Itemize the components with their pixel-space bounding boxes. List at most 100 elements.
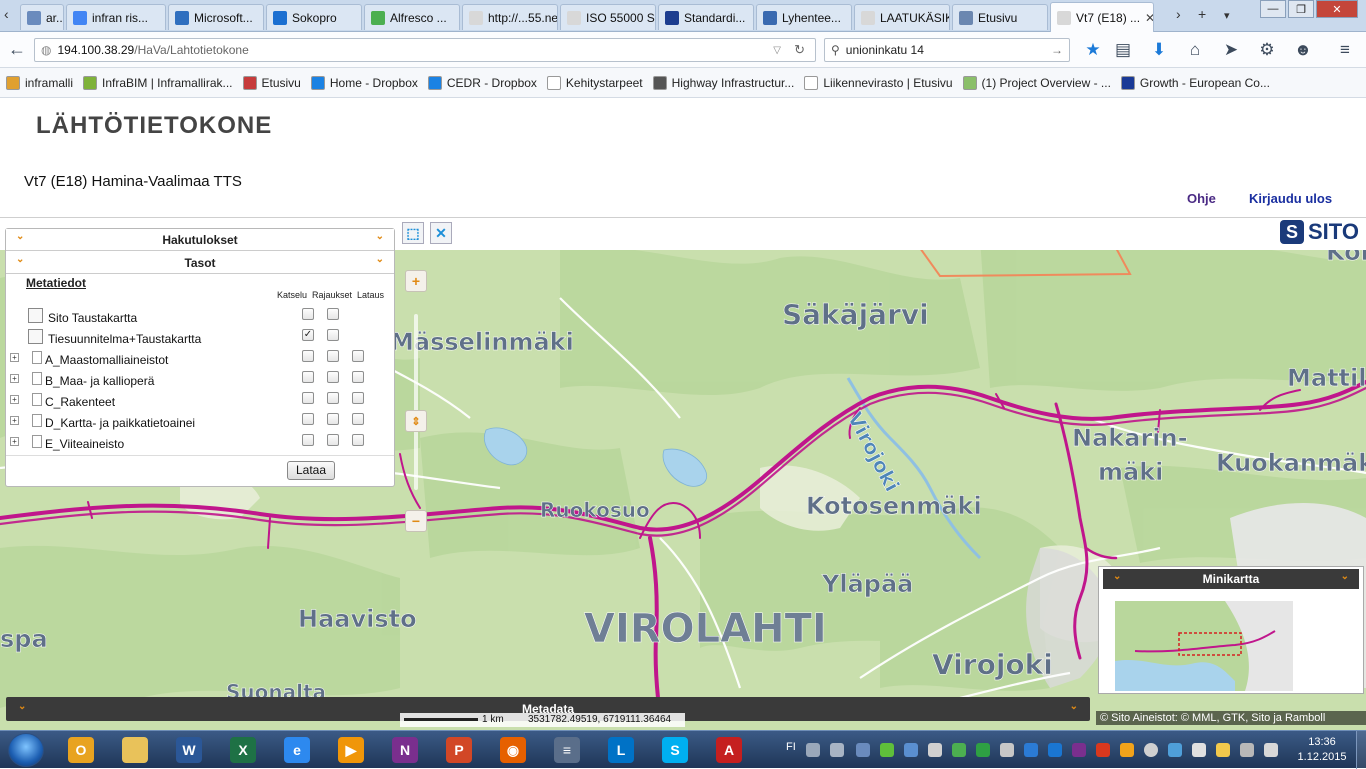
help-link[interactable]: Ohje [1187, 191, 1216, 206]
dropbox-icon[interactable] [1024, 743, 1038, 757]
logout-link[interactable]: Kirjaudu ulos [1249, 191, 1332, 206]
expand-icon[interactable]: + [10, 416, 19, 425]
tools-icon[interactable] [928, 743, 942, 757]
send-icon[interactable]: ➤ [1220, 40, 1242, 60]
system-clock[interactable]: 13:36 1.12.2015 [1294, 735, 1350, 765]
zoom-slider-handle[interactable]: ⇕ [405, 410, 427, 432]
browser-tab[interactable]: Lyhentee... [756, 4, 852, 30]
search-results-header[interactable]: ⌄ Hakutulokset ⌄ [6, 229, 394, 251]
settings-gear-icon[interactable]: ⚙ [1256, 40, 1278, 60]
browser-tab[interactable]: Etusivu [952, 4, 1048, 30]
browser-tab[interactable]: Alfresco ... [364, 4, 460, 30]
reload-icon[interactable]: ↻ [794, 42, 805, 58]
minimap-header[interactable]: ⌄ Minikartta ⌄ [1103, 569, 1359, 589]
bookmark-item[interactable]: Kehitystarpeet [546, 75, 643, 90]
search-input[interactable]: unioninkatu 14 [846, 43, 924, 57]
start-button[interactable] [8, 733, 44, 767]
bookmark-item[interactable]: CEDR - Dropbox [427, 75, 537, 90]
layers-header[interactable]: ⌄ Tasot ⌄ [6, 252, 394, 274]
menu-hamburger-icon[interactable]: ≡ [1334, 40, 1356, 60]
signal-icon[interactable] [1240, 743, 1254, 757]
taskbar-app-acrobat[interactable]: A [704, 733, 754, 767]
view-checkbox[interactable] [302, 392, 314, 404]
url-dropdown-icon[interactable]: ▽ [773, 45, 781, 56]
network-icon[interactable] [904, 743, 918, 757]
show-desktop-button[interactable] [1356, 731, 1366, 769]
sync-icon[interactable] [976, 743, 990, 757]
tab-scroll-left-icon[interactable]: ‹ [4, 6, 9, 22]
close-window-icon[interactable]: ✕ [1316, 0, 1358, 18]
limits-checkbox[interactable] [327, 329, 339, 341]
expand-icon[interactable]: + [10, 395, 19, 404]
language-indicator[interactable]: FI [786, 741, 796, 753]
search-box[interactable]: ⚲ unioninkatu 14 → [824, 38, 1070, 62]
expand-icon[interactable]: + [10, 353, 19, 362]
security-icon[interactable] [952, 743, 966, 757]
restore-window-icon[interactable]: ❐ [1288, 0, 1314, 18]
draw-area-icon[interactable]: ⬚ [402, 222, 424, 244]
limits-checkbox[interactable] [327, 434, 339, 446]
download-checkbox[interactable] [352, 434, 364, 446]
bookmark-item[interactable]: Growth - European Co... [1120, 75, 1270, 90]
app-tray-icon[interactable] [1048, 743, 1062, 757]
browser-tab[interactable]: LAATUKÄSIKI... [854, 4, 950, 30]
taskbar-app-media[interactable]: ▶ [326, 733, 376, 767]
expand-icon[interactable]: + [10, 374, 19, 383]
expand-icon[interactable]: + [10, 437, 19, 446]
clear-selection-icon[interactable]: ✕ [430, 222, 452, 244]
smiley-feedback-icon[interactable]: ☻ [1292, 40, 1314, 60]
taskbar-app-ie[interactable]: e [272, 733, 322, 767]
browser-tab[interactable]: Standardi... [658, 4, 754, 30]
downloads-icon[interactable]: ⬇ [1148, 40, 1170, 60]
metadata-link[interactable]: Metatiedot [26, 276, 86, 290]
taskbar-app-skype[interactable]: S [650, 733, 700, 767]
clock-sync-icon[interactable] [1144, 743, 1158, 757]
address-bar[interactable]: ◍ 194.100.38.29/HaVa/Lahtotietokone ▽ ↻ [34, 38, 816, 62]
view-checkbox[interactable] [302, 350, 314, 362]
view-checkbox[interactable]: ✓ [302, 329, 314, 341]
keyboard-icon[interactable] [806, 743, 820, 757]
limits-checkbox[interactable] [327, 308, 339, 320]
download-checkbox[interactable] [352, 371, 364, 383]
bookmark-item[interactable]: (1) Project Overview - ... [962, 75, 1111, 90]
bookmark-item[interactable]: Etusivu [242, 75, 301, 90]
browser-tab[interactable]: ISO 55000 Sta... [560, 4, 656, 30]
bluetooth-icon[interactable] [856, 743, 870, 757]
zoom-out-button[interactable]: − [405, 510, 427, 532]
taskbar-app-powerpoint[interactable]: P [434, 733, 484, 767]
download-button[interactable]: Lataa [287, 461, 335, 480]
bookmark-item[interactable]: inframalli [6, 75, 73, 90]
tab-list-icon[interactable]: ▾ [1224, 9, 1230, 22]
download-checkbox[interactable] [352, 392, 364, 404]
display-icon[interactable] [1000, 743, 1014, 757]
power-icon[interactable] [1216, 743, 1230, 757]
onenote-tray-icon[interactable] [1072, 743, 1086, 757]
taskbar-app-lync[interactable]: L [596, 733, 646, 767]
view-checkbox[interactable] [302, 434, 314, 446]
minimize-window-icon[interactable]: — [1260, 0, 1286, 18]
browser-tab[interactable]: Microsoft... [168, 4, 264, 30]
bookmark-item[interactable]: InfraBIM | Inframallirak... [83, 75, 233, 90]
update-icon[interactable] [1120, 743, 1134, 757]
taskbar-app-excel[interactable]: X [218, 733, 268, 767]
download-checkbox[interactable] [352, 350, 364, 362]
search-go-icon[interactable]: → [1051, 43, 1063, 57]
browser-tab[interactable]: Sokopro [266, 4, 362, 30]
bookmark-item[interactable]: Home - Dropbox [310, 75, 418, 90]
download-checkbox[interactable] [352, 413, 364, 425]
battery-icon[interactable] [1192, 743, 1206, 757]
browser-tab[interactable]: ar... [20, 4, 64, 30]
limits-checkbox[interactable] [327, 371, 339, 383]
taskbar-app-firefox[interactable]: ◉ [488, 733, 538, 767]
bookmark-star-icon[interactable]: ★ [1082, 40, 1104, 60]
new-tab-icon[interactable]: + [1198, 6, 1206, 22]
taskbar-app-word[interactable]: W [164, 733, 214, 767]
volume-icon[interactable] [1264, 743, 1278, 757]
home-icon[interactable]: ⌂ [1184, 40, 1206, 60]
antivirus-icon[interactable] [1096, 743, 1110, 757]
limits-checkbox[interactable] [327, 392, 339, 404]
minimap-canvas[interactable] [1115, 601, 1293, 691]
wifi-icon[interactable] [880, 743, 894, 757]
tab-scroll-right-icon[interactable]: › [1176, 6, 1181, 22]
taskbar-app-onenote[interactable]: N [380, 733, 430, 767]
